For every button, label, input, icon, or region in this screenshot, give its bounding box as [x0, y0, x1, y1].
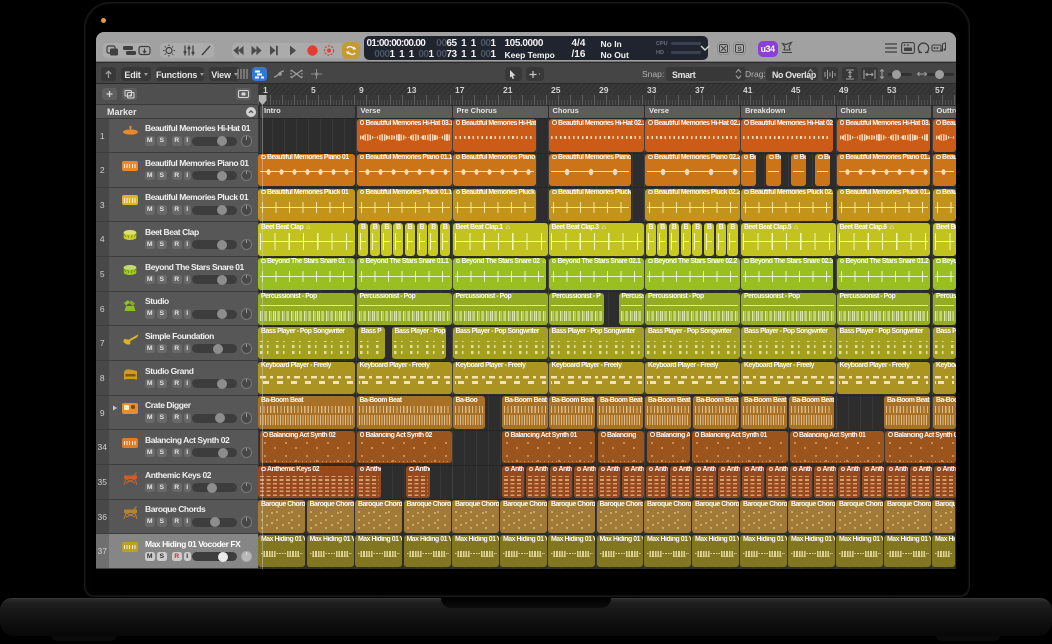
- svg-text:S: S: [737, 46, 742, 53]
